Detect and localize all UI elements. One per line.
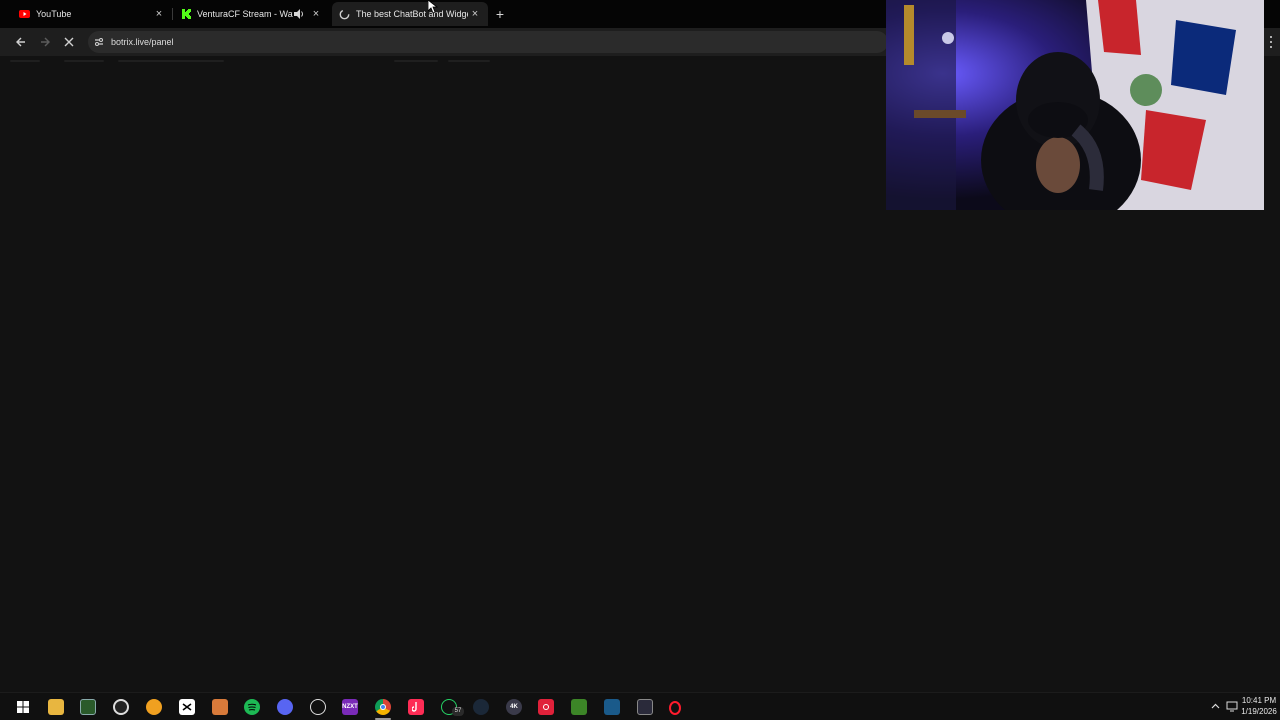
tiktok-icon[interactable] [408,699,424,715]
spreadsheet-icon[interactable] [80,699,96,715]
close-tab-icon[interactable]: × [152,7,166,21]
clip-tool-icon[interactable] [310,699,326,715]
kick-icon [180,9,191,20]
loading-placeholder [64,60,104,62]
close-tab-icon[interactable]: × [309,7,323,21]
loading-placeholder [10,60,40,62]
url-text[interactable]: botrix.live/panel [111,37,174,47]
tab-title: The best ChatBot and Widgets [356,9,468,19]
chevron-up-icon[interactable] [1211,703,1220,709]
clock-date: 1/19/2026 [1241,707,1277,716]
forward-button[interactable] [37,34,53,50]
obs-icon[interactable] [113,699,129,715]
browser-menu-button[interactable] [1266,34,1276,50]
youtube-icon [19,9,30,20]
system-clock[interactable]: 10:41 PM 1/19/2026 [1238,695,1280,717]
tab-venturacf-stream[interactable]: VenturaCF Stream - Watch Li × [173,2,331,26]
4k-downloader-icon[interactable]: 4K [506,699,522,715]
forward-arrow-icon [41,37,50,47]
new-tab-button[interactable]: + [492,6,508,22]
speaker-icon[interactable] [293,8,305,20]
tab-botrix[interactable]: The best ChatBot and Widgets × [332,2,488,26]
stop-icon [64,37,74,47]
record-app-icon[interactable] [538,699,554,715]
capcut-icon[interactable] [179,699,195,715]
mouse-cursor-icon [428,0,438,14]
clock-time: 10:41 PM [1241,696,1277,705]
nzxt-icon[interactable]: NZXT [342,699,358,715]
elgato-icon[interactable] [637,699,653,715]
steam-icon[interactable] [473,699,489,715]
taskbar: NZXT 4K [0,692,1280,720]
tab-title: VenturaCF Stream - Watch Li [197,9,293,19]
network-icon[interactable] [1226,701,1238,712]
back-button[interactable] [13,34,29,50]
windows-start-icon[interactable] [15,699,31,715]
loading-placeholder [118,60,224,62]
address-bar[interactable] [88,31,888,53]
back-arrow-icon [16,37,25,47]
chrome-icon[interactable] [375,699,391,715]
discord-icon[interactable] [277,699,293,715]
loading-placeholder [394,60,438,62]
opera-icon[interactable] [669,701,681,715]
loading-globe-icon [339,9,350,20]
file-explorer-icon[interactable] [48,699,64,715]
webcam-overlay [886,0,1264,210]
lightning-app-icon[interactable] [604,699,620,715]
site-info-icon[interactable] [93,36,105,48]
stop-loading-button[interactable] [61,34,77,50]
minecraft-icon[interactable] [571,699,587,715]
close-tab-icon[interactable]: × [468,7,482,21]
spotify-icon[interactable] [244,699,260,715]
folder-app-icon[interactable] [146,699,162,715]
screen: YouTube × VenturaCF Stream - Watch Li × … [0,0,1280,720]
tab-title: YouTube [36,9,72,19]
tab-youtube[interactable]: YouTube × [12,2,172,26]
streamer-app-icon[interactable] [212,699,228,715]
loading-placeholder [448,60,490,62]
whatsapp-notification-badge: 57 [452,707,464,716]
